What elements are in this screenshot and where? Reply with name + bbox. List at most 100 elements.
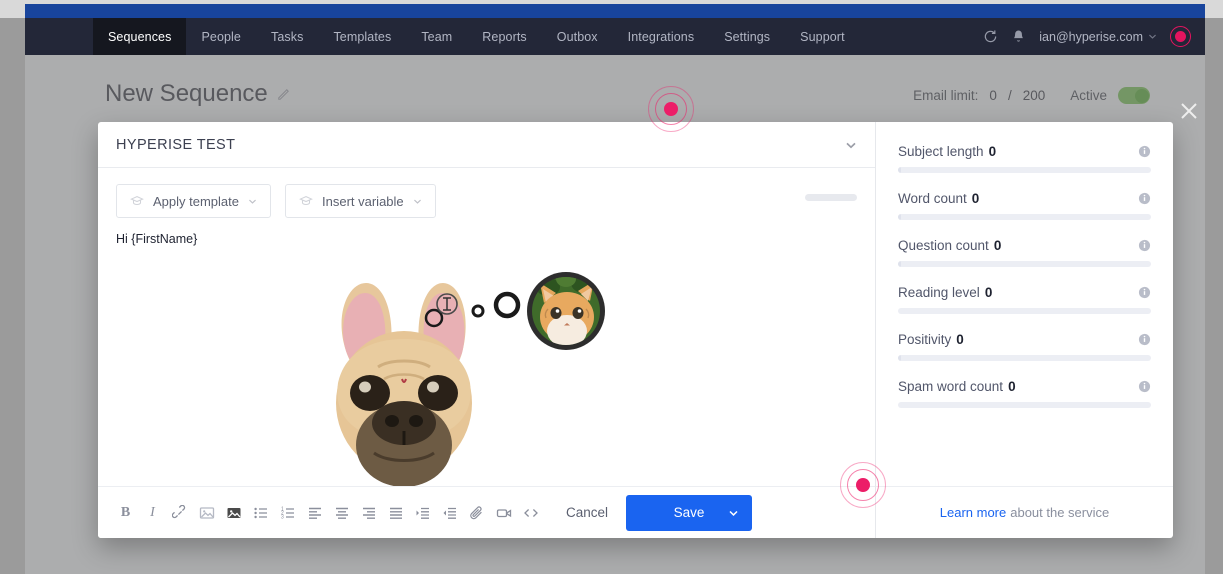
email-greeting-text: Hi {FirstName} [116, 232, 198, 246]
nav-label: Team [421, 29, 453, 44]
metric-progress-bar [898, 355, 1151, 361]
modal-title: HYPERISE TEST [116, 136, 236, 153]
nav-label: Tasks [270, 29, 304, 44]
nav-item-sequences[interactable]: Sequences [93, 18, 187, 55]
metric-label: Question count [898, 238, 989, 253]
screen: Sequences People Tasks Templates Team Re… [0, 0, 1223, 574]
metric-question-count: Question count 0 [898, 238, 1151, 267]
bullet-list-icon[interactable] [247, 499, 274, 526]
editor-pane: HYPERISE TEST Apply template Insert vari… [98, 122, 875, 538]
info-icon[interactable] [1138, 145, 1151, 158]
metric-value: 0 [956, 332, 964, 347]
nav-item-settings[interactable]: Settings [709, 18, 785, 55]
learn-more-link[interactable]: Learn more [940, 505, 1006, 520]
info-icon[interactable] [1138, 333, 1151, 346]
metric-word-count: Word count 0 [898, 191, 1151, 220]
metric-header: Subject length 0 [898, 144, 1151, 159]
source-code-icon[interactable] [517, 499, 544, 526]
link-icon[interactable] [166, 499, 193, 526]
info-icon[interactable] [1138, 380, 1151, 393]
app-navbar: Sequences People Tasks Templates Team Re… [25, 18, 1205, 55]
numbered-list-icon[interactable]: 123 [274, 499, 301, 526]
modal-header: HYPERISE TEST [98, 122, 875, 168]
chevron-down-icon [249, 199, 256, 204]
nav-item-people[interactable]: People [186, 18, 256, 55]
email-score-panel: Subject length 0 Word count 0 Question c… [875, 122, 1173, 538]
navbar-right: ian@hyperise.com [983, 18, 1205, 55]
insert-variable-button[interactable]: Insert variable [285, 184, 436, 218]
svg-text:3: 3 [281, 514, 284, 520]
nav-label: Support [800, 29, 845, 44]
metric-progress-bar [898, 261, 1151, 267]
info-icon[interactable] [1138, 239, 1151, 252]
metric-value: 0 [993, 238, 1002, 253]
email-image-container [116, 263, 857, 486]
metric-label: Positivity [898, 332, 952, 347]
nav-item-integrations[interactable]: Integrations [613, 18, 710, 55]
chevron-down-icon[interactable] [845, 139, 857, 151]
metric-spam-word-count: Spam word count 0 [898, 379, 1151, 408]
video-icon[interactable] [490, 499, 517, 526]
indent-decrease-icon[interactable] [436, 499, 463, 526]
metric-progress-fill [898, 355, 901, 361]
bold-icon[interactable]: B [112, 499, 139, 526]
nav-item-tasks[interactable]: Tasks [256, 18, 318, 55]
avatar-dot [1175, 31, 1186, 42]
nav-label: Settings [724, 29, 771, 44]
metric-label: Spam word count [898, 379, 1004, 394]
info-icon[interactable] [1138, 286, 1151, 299]
metric-reading-level: Reading level 0 [898, 285, 1151, 314]
personalized-image[interactable] [303, 263, 670, 486]
refresh-icon[interactable] [983, 29, 998, 44]
apply-template-label: Apply template [153, 193, 239, 209]
metric-header: Spam word count 0 [898, 379, 1151, 394]
attachment-icon[interactable] [463, 499, 490, 526]
nav-label: Integrations [627, 29, 695, 44]
avatar[interactable] [1170, 26, 1191, 47]
nav-item-outbox[interactable]: Outbox [542, 18, 613, 55]
image-icon[interactable] [193, 499, 220, 526]
email-body-editor[interactable]: Hi {FirstName} [98, 218, 875, 486]
save-button[interactable]: Save [626, 494, 753, 531]
graduation-cap-icon [299, 196, 313, 206]
panel-footer: Learn more about the service [876, 486, 1173, 538]
close-icon[interactable] [1178, 100, 1200, 122]
nav-item-team[interactable]: Team [406, 18, 467, 55]
browser-blue-bar [25, 4, 1205, 18]
metric-progress-bar [898, 167, 1151, 173]
align-center-icon[interactable] [328, 499, 355, 526]
nav-item-support[interactable]: Support [785, 18, 859, 55]
apply-template-button[interactable]: Apply template [116, 184, 271, 218]
italic-icon[interactable]: I [139, 499, 166, 526]
personalized-image-icon[interactable] [220, 499, 247, 526]
nav-item-reports[interactable]: Reports [467, 18, 541, 55]
editor-toolbar-top: Apply template Insert variable [98, 168, 875, 218]
metric-value: 0 [1008, 379, 1016, 394]
editor-footer: B I 123 Cancel Save [98, 486, 875, 538]
user-menu[interactable]: ian@hyperise.com [1039, 30, 1157, 44]
indent-increase-icon[interactable] [409, 499, 436, 526]
chevron-down-icon [1149, 34, 1156, 39]
panel-footer-text: about the service [1010, 505, 1110, 520]
nav-label: Templates [333, 29, 392, 44]
scroll-indicator[interactable] [805, 194, 857, 201]
metric-progress-bar [898, 402, 1151, 408]
metric-label: Reading level [898, 285, 980, 300]
email-editor-modal: HYPERISE TEST Apply template Insert vari… [98, 122, 1173, 538]
nav-label: People [201, 29, 241, 44]
metric-subject-length: Subject length 0 [898, 144, 1151, 173]
align-left-icon[interactable] [301, 499, 328, 526]
info-icon[interactable] [1138, 192, 1151, 205]
align-justify-icon[interactable] [382, 499, 409, 526]
chevron-down-icon[interactable] [728, 507, 739, 518]
metric-label: Word count [898, 191, 967, 206]
nav-item-templates[interactable]: Templates [318, 18, 406, 55]
cancel-button[interactable]: Cancel [566, 505, 608, 520]
metrics-list: Subject length 0 Word count 0 Question c… [876, 122, 1173, 486]
metric-progress-fill [898, 261, 901, 267]
nav-label: Reports [482, 29, 527, 44]
bell-icon[interactable] [1011, 29, 1026, 44]
align-right-icon[interactable] [355, 499, 382, 526]
user-email-label: ian@hyperise.com [1039, 29, 1143, 44]
metric-header: Question count 0 [898, 238, 1151, 253]
